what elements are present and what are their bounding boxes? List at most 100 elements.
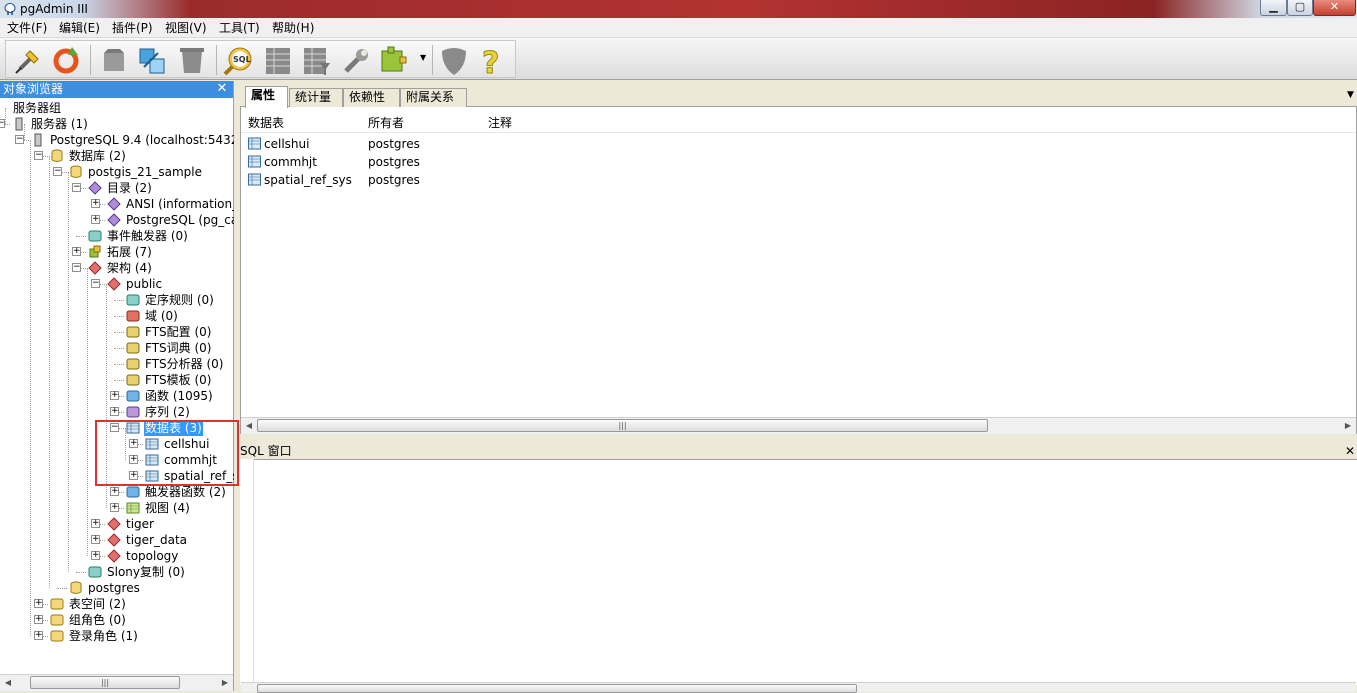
browser-hscrollbar[interactable]: ◀ ||| ▶ [0, 674, 233, 691]
tree-item[interactable]: + 登录角色 (1) [0, 628, 233, 644]
collapse-icon[interactable]: − [53, 167, 62, 176]
menu-edit[interactable]: 编辑(E) [59, 20, 100, 36]
tree-item[interactable]: − postgis_21_sample [0, 164, 233, 180]
expand-icon[interactable]: + [34, 599, 43, 608]
tree-item[interactable]: + topology [0, 548, 233, 564]
tab-dependencies[interactable]: 依赖性 [343, 88, 400, 107]
scroll-thumb[interactable] [257, 684, 857, 693]
close-window-button[interactable]: ✕ [1313, 0, 1356, 16]
minimize-button[interactable]: ▁ [1260, 0, 1287, 16]
sql-query-icon[interactable]: SQL [222, 45, 254, 77]
expand-icon[interactable]: + [110, 503, 119, 512]
diamond-icon [107, 517, 121, 531]
expand-icon[interactable]: + [91, 519, 100, 528]
expand-icon[interactable]: + [110, 487, 119, 496]
plugin-icon[interactable] [378, 45, 410, 77]
tree-item[interactable]: − 架构 (4) [0, 260, 233, 276]
expand-icon[interactable]: + [72, 247, 81, 256]
svg-text:?: ? [482, 46, 499, 77]
table-row[interactable]: cellshui postgres [248, 135, 1348, 153]
close-sql-icon[interactable]: ✕ [1345, 443, 1355, 459]
delete-icon[interactable] [176, 45, 208, 77]
scroll-right-icon[interactable]: ▶ [217, 675, 233, 690]
view-data-icon[interactable] [262, 45, 294, 77]
drop-icon[interactable] [98, 45, 130, 77]
expand-icon[interactable]: + [110, 407, 119, 416]
collapse-icon[interactable]: − [91, 279, 100, 288]
tree-item[interactable]: + 拓展 (7) [0, 244, 233, 260]
table-row[interactable]: commhjt postgres [248, 153, 1348, 171]
menu-view[interactable]: 视图(V) [165, 20, 207, 36]
properties-icon[interactable] [136, 45, 168, 77]
scroll-left-icon[interactable]: ◀ [0, 675, 16, 690]
expand-icon[interactable]: + [110, 391, 119, 400]
tree-item[interactable]: − public [0, 276, 233, 292]
menu-tools[interactable]: 工具(T) [219, 20, 260, 36]
tree-item[interactable]: − 服务器 (1) [0, 116, 233, 132]
expand-icon[interactable]: + [34, 631, 43, 640]
tree-item[interactable]: FTS模板 (0) [0, 372, 233, 388]
table-row[interactable]: spatial_ref_sys postgres [248, 171, 1348, 189]
expand-icon[interactable]: + [91, 535, 100, 544]
collapse-icon[interactable]: − [72, 263, 81, 272]
tabs-menu-arrow-icon[interactable]: ▼ [1347, 90, 1354, 100]
tree-item[interactable]: 定序规则 (0) [0, 292, 233, 308]
refresh-icon[interactable] [50, 45, 82, 77]
tab-properties[interactable]: 属性 [245, 86, 288, 108]
tree-item[interactable]: − PostgreSQL 9.4 (localhost:5432) [0, 132, 243, 148]
tree-item[interactable]: 域 (0) [0, 308, 233, 324]
filtered-data-icon[interactable] [300, 45, 332, 77]
tree-item[interactable]: + ANSI (information_ [0, 196, 238, 212]
generic-icon [88, 230, 102, 242]
tree-item[interactable]: + 组角色 (0) [0, 612, 233, 628]
tree-item-label: topology [126, 549, 179, 563]
help-icon[interactable]: ? [476, 45, 508, 78]
tree-item[interactable]: + 函数 (1095) [0, 388, 233, 404]
tree-item[interactable]: + tiger [0, 516, 233, 532]
tab-statistics[interactable]: 统计量 [289, 88, 343, 107]
scroll-left-icon[interactable]: ◀ [241, 418, 257, 433]
guru-hint-icon[interactable] [438, 45, 470, 77]
tree-item[interactable]: 服务器组 [0, 100, 233, 116]
expand-icon[interactable]: + [91, 199, 100, 208]
collapse-icon[interactable]: − [72, 183, 81, 192]
tree-item[interactable]: FTS配置 (0) [0, 324, 233, 340]
maximize-button[interactable]: ▢ [1287, 0, 1313, 16]
tree-item[interactable]: + 序列 (2) [0, 404, 233, 420]
expand-icon[interactable]: + [91, 215, 100, 224]
expand-icon[interactable]: + [91, 551, 100, 560]
sql-editor[interactable] [240, 459, 1357, 685]
menu-file[interactable]: 文件(F) [7, 20, 47, 36]
properties-hscrollbar[interactable]: ◀ ||| ▶ [241, 417, 1356, 434]
scroll-right-icon[interactable]: ▶ [1340, 418, 1356, 433]
tree-item[interactable]: Slony复制 (0) [0, 564, 233, 580]
menu-plugins[interactable]: 插件(P) [112, 20, 153, 36]
column-header-table[interactable]: 数据表 [248, 115, 284, 131]
tree-item[interactable]: + 视图 (4) [0, 500, 233, 516]
scroll-thumb[interactable]: ||| [257, 419, 988, 432]
menu-help[interactable]: 帮助(H) [272, 20, 314, 36]
tree-item[interactable]: − 目录 (2) [0, 180, 233, 196]
expand-icon[interactable]: + [34, 615, 43, 624]
puzzle-icon [89, 245, 101, 258]
column-header-owner[interactable]: 所有者 [368, 115, 404, 131]
collapse-icon[interactable]: − [34, 151, 43, 160]
table-icon [126, 502, 140, 514]
scroll-thumb[interactable]: ||| [30, 676, 180, 689]
close-browser-icon[interactable]: ✕ [216, 81, 228, 97]
tree-item[interactable]: + 触发器函数 (2) [0, 484, 233, 500]
tree-item[interactable]: − 数据库 (2) [0, 148, 233, 164]
maintenance-icon[interactable] [340, 45, 372, 77]
column-header-comment[interactable]: 注释 [488, 115, 512, 131]
tree-item[interactable]: 事件触发器 (0) [0, 228, 233, 244]
tree-item[interactable]: + tiger_data [0, 532, 233, 548]
tree-item[interactable]: postgres [0, 580, 233, 596]
collapse-icon[interactable]: − [15, 135, 24, 144]
tab-dependents[interactable]: 附属关系 [400, 88, 467, 107]
tree-item[interactable]: + 表空间 (2) [0, 596, 233, 612]
connect-icon[interactable] [12, 45, 44, 77]
plugin-dropdown-arrow[interactable]: ▼ [420, 53, 426, 62]
tree-item[interactable]: + PostgreSQL (pg_ca [0, 212, 238, 228]
tree-item[interactable]: FTS词典 (0) [0, 340, 233, 356]
tree-item[interactable]: FTS分析器 (0) [0, 356, 233, 372]
